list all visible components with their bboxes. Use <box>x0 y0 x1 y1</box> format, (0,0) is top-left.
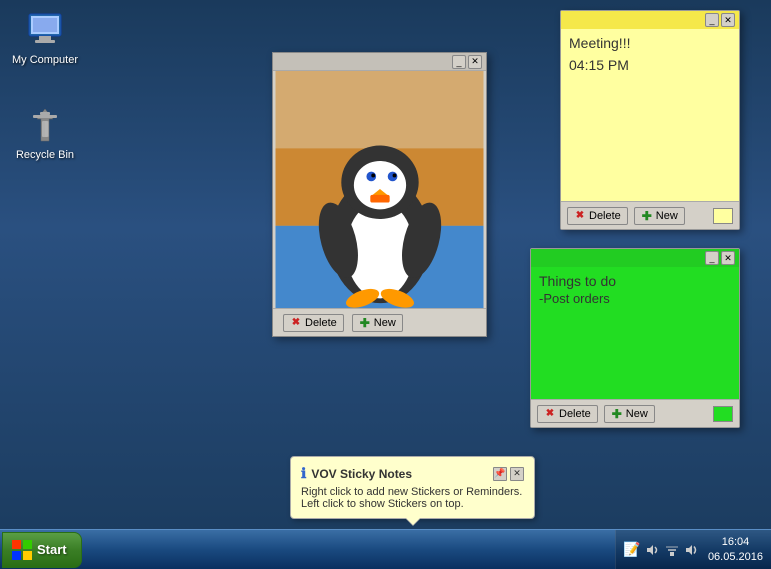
green-note-line2: -Post orders <box>539 291 731 306</box>
tooltip-close-btn[interactable]: ✕ <box>510 467 524 481</box>
system-tray: 📝 <box>615 530 771 569</box>
volume-icon[interactable] <box>644 542 660 558</box>
yellow-new-icon: ✚ <box>641 210 653 222</box>
green-note-line1: Things to do <box>539 273 731 289</box>
yellow-sticky-note: _ ✕ Meeting!!! 04:15 PM ✖ Delete ✚ New <box>560 10 740 230</box>
penguin-delete-button[interactable]: ✖ Delete <box>283 314 344 332</box>
sticky-notes-tray-icon[interactable]: 📝 <box>624 542 640 558</box>
tooltip-title-text: VOV Sticky Notes <box>311 467 412 481</box>
green-delete-icon: ✖ <box>544 408 556 420</box>
my-computer-label: My Computer <box>12 54 78 66</box>
green-note-delete-button[interactable]: ✖ Delete <box>537 405 598 423</box>
penguin-footer: ✖ Delete ✚ New <box>273 308 486 336</box>
penguin-illustration <box>273 71 486 308</box>
penguin-delete-label: Delete <box>305 317 337 329</box>
tooltip-header: ℹ VOV Sticky Notes 📌 ✕ <box>301 465 524 482</box>
tooltip-controls: 📌 ✕ <box>493 467 524 481</box>
yellow-note-delete-button[interactable]: ✖ Delete <box>567 207 628 225</box>
computer-icon-svg <box>25 10 65 50</box>
tooltip-line1: Right click to add new Stickers or Remin… <box>301 486 524 498</box>
tooltip-title-area: ℹ VOV Sticky Notes <box>301 465 412 482</box>
info-icon: ℹ <box>301 465 306 482</box>
recycle-bin-icon-svg <box>25 105 65 145</box>
windows-logo-icon <box>11 539 33 561</box>
green-color-swatch[interactable] <box>713 406 733 422</box>
penguin-new-button[interactable]: ✚ New <box>352 314 403 332</box>
green-new-label: New <box>626 408 648 420</box>
yellow-note-new-button[interactable]: ✚ New <box>634 207 685 225</box>
yellow-note-line1: Meeting!!! <box>569 35 731 51</box>
yellow-note-titlebar: _ ✕ <box>561 11 739 29</box>
tooltip-line2: Left click to show Stickers on top. <box>301 498 524 510</box>
my-computer-icon[interactable]: My Computer <box>10 10 80 66</box>
yellow-note-line3: 04:15 PM <box>569 57 731 73</box>
vov-tooltip-popup: ℹ VOV Sticky Notes 📌 ✕ Right click to ad… <box>290 456 535 519</box>
desktop: My Computer Recycle Bin _ ✕ <box>0 0 771 569</box>
speaker-icon[interactable] <box>684 542 700 558</box>
penguin-minimize-btn[interactable]: _ <box>452 55 466 69</box>
clock-date: 06.05.2016 <box>708 550 763 564</box>
yellow-delete-icon: ✖ <box>574 210 586 222</box>
penguin-new-label: New <box>374 317 396 329</box>
penguin-widget: _ ✕ <box>272 52 487 337</box>
yellow-new-label: New <box>656 210 678 222</box>
green-sticky-note: _ ✕ Things to do -Post orders ✖ Delete ✚… <box>530 248 740 428</box>
recycle-bin-label: Recycle Bin <box>16 149 74 161</box>
start-label: Start <box>37 542 67 557</box>
green-delete-label: Delete <box>559 408 591 420</box>
delete-icon: ✖ <box>290 317 302 329</box>
green-note-footer: ✖ Delete ✚ New <box>531 399 739 427</box>
tooltip-pin-btn[interactable]: 📌 <box>493 467 507 481</box>
green-note-content: Things to do -Post orders <box>531 267 739 399</box>
green-note-titlebar: _ ✕ <box>531 249 739 267</box>
taskbar: Start 📝 <box>0 529 771 569</box>
yellow-note-minimize-btn[interactable]: _ <box>705 13 719 27</box>
system-clock[interactable]: 16:04 06.05.2016 <box>708 535 763 564</box>
yellow-color-swatch[interactable] <box>713 208 733 224</box>
yellow-delete-label: Delete <box>589 210 621 222</box>
yellow-note-footer: ✖ Delete ✚ New <box>561 201 739 229</box>
penguin-image-area <box>273 71 486 308</box>
clock-time: 16:04 <box>722 535 750 549</box>
new-icon: ✚ <box>359 317 371 329</box>
green-new-icon: ✚ <box>611 408 623 420</box>
green-note-close-btn[interactable]: ✕ <box>721 251 735 265</box>
yellow-note-close-btn[interactable]: ✕ <box>721 13 735 27</box>
start-button[interactable]: Start <box>2 532 82 568</box>
penguin-titlebar: _ ✕ <box>273 53 486 71</box>
yellow-note-content: Meeting!!! 04:15 PM <box>561 29 739 201</box>
recycle-bin-icon[interactable]: Recycle Bin <box>10 105 80 161</box>
penguin-close-btn[interactable]: ✕ <box>468 55 482 69</box>
green-note-new-button[interactable]: ✚ New <box>604 405 655 423</box>
green-note-minimize-btn[interactable]: _ <box>705 251 719 265</box>
network-icon[interactable] <box>664 542 680 558</box>
